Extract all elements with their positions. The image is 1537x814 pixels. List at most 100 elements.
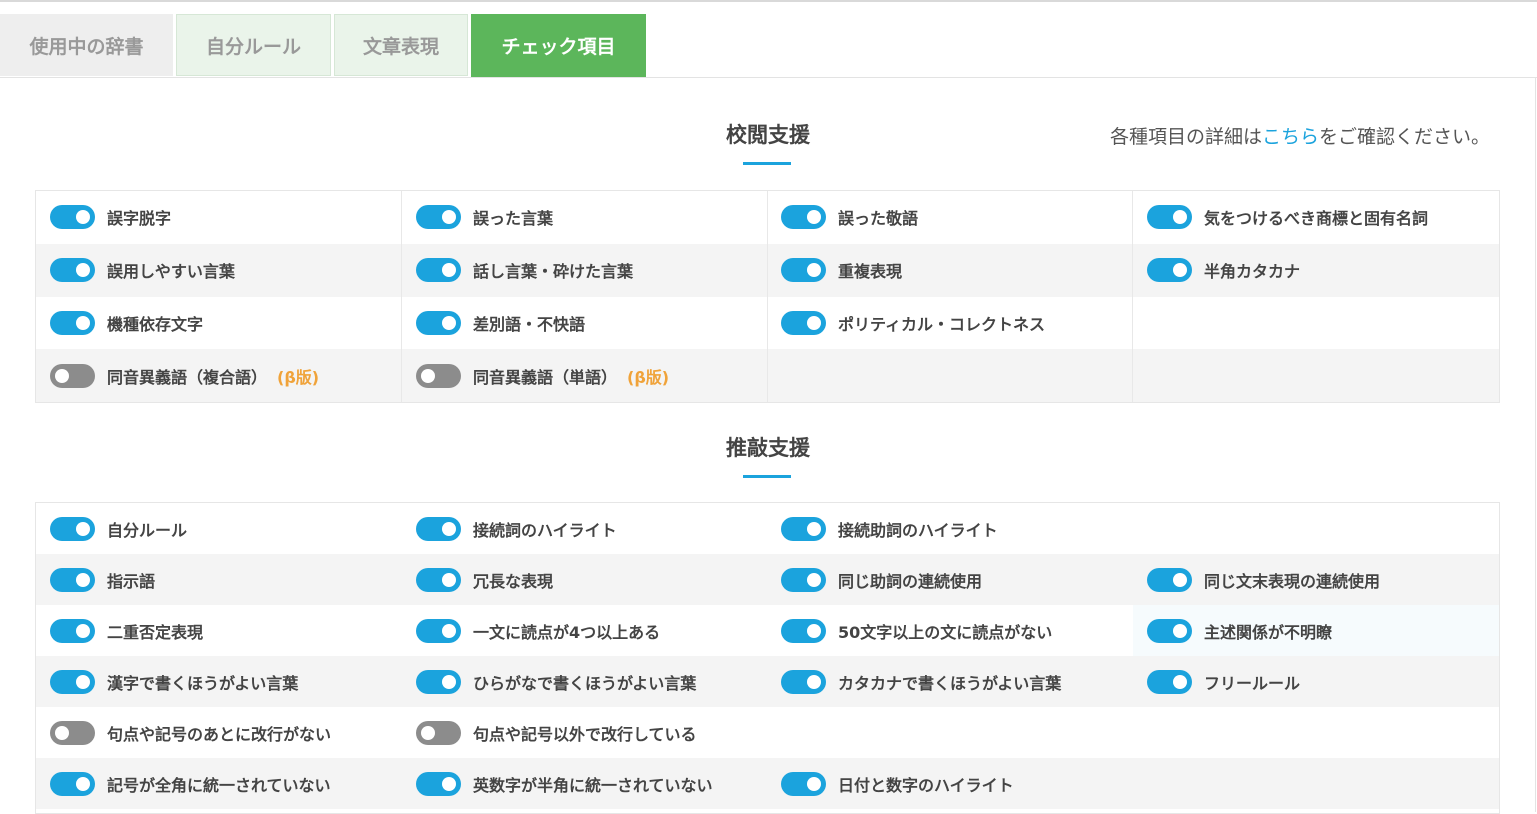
settings-row: 誤字脱字 誤った言葉 誤った敬語 気をつけるべき商標と固有名詞 xyxy=(36,191,1499,244)
toggle-switch-on[interactable] xyxy=(50,516,95,541)
toggle-switch-on[interactable] xyxy=(781,310,826,335)
setting-label-text: ひらがなで書くほうがよい言葉 xyxy=(473,673,697,693)
setting-label: 誤った敬語 xyxy=(838,205,918,229)
setting-cell: 句点や記号のあとに改行がない xyxy=(36,707,402,758)
settings-row: 誤用しやすい言葉 話し言葉・砕けた言葉 重複表現 半角カタカナ xyxy=(36,243,1499,297)
toggle-knob xyxy=(807,521,821,536)
toggle-knob xyxy=(442,263,456,278)
toggle-switch-on[interactable] xyxy=(781,567,826,592)
toggle-switch-off[interactable] xyxy=(416,363,461,388)
setting-label-text: 指示語 xyxy=(107,571,156,591)
proofreading-grid: 誤字脱字 誤った言葉 誤った敬語 気をつけるべき商標と固有名詞誤用しやすい言葉 話し言葉… xyxy=(35,190,1500,403)
toggle-knob xyxy=(1173,210,1187,225)
toggle-switch-on[interactable] xyxy=(1147,567,1192,592)
proofreading-title-underline xyxy=(743,162,791,165)
setting-cell xyxy=(767,349,1133,402)
setting-label-text: 誤用しやすい言葉 xyxy=(107,262,235,282)
setting-cell xyxy=(767,707,1133,758)
toggle-switch-on[interactable] xyxy=(1147,205,1192,230)
setting-cell: 自分ルール xyxy=(36,503,402,554)
setting-label: 指示語 xyxy=(107,568,155,592)
details-note: 各種項目の詳細はこちらをご確認ください。 xyxy=(1060,122,1490,149)
setting-label-text: 機種依存文字 xyxy=(107,314,204,334)
setting-cell: 差別語・不快語 xyxy=(402,296,768,350)
toggle-switch-on[interactable] xyxy=(781,258,826,283)
setting-cell: ポリティカル・コレクトネス xyxy=(767,296,1133,350)
settings-row: 機種依存文字 差別語・不快語 ポリティカル・コレクトネス xyxy=(36,296,1499,350)
panel-border xyxy=(0,77,1537,78)
setting-label: 日付と数字のハイライト xyxy=(838,772,1014,796)
setting-label: 句点や記号以外で改行している xyxy=(473,721,697,745)
toggle-knob xyxy=(76,623,90,638)
setting-label-text: 接続詞のハイライト xyxy=(473,520,617,540)
setting-label: 重複表現 xyxy=(838,258,902,282)
toggle-switch-on[interactable] xyxy=(50,669,95,694)
setting-cell: 誤字脱字 xyxy=(36,191,402,244)
tab-my-rules[interactable]: 自分ルール xyxy=(176,14,331,76)
toggle-switch-on[interactable] xyxy=(416,669,461,694)
setting-cell: 誤った敬語 xyxy=(767,191,1133,244)
setting-label: 同じ文末表現の連続使用 xyxy=(1204,568,1380,592)
setting-label-text: 誤った敬語 xyxy=(838,209,919,229)
setting-cell: 同音異義語（複合語） (β版) xyxy=(36,349,402,402)
details-link[interactable]: こちら xyxy=(1262,126,1319,148)
toggle-switch-on[interactable] xyxy=(1147,258,1192,283)
setting-label-text: 誤った言葉 xyxy=(473,209,554,229)
setting-label: 誤用しやすい言葉 xyxy=(107,258,235,282)
setting-label: 話し言葉・砕けた言葉 xyxy=(473,258,633,282)
tab-check-items[interactable]: チェック項目 xyxy=(471,14,646,77)
setting-label: ひらがなで書くほうがよい言葉 xyxy=(473,670,696,694)
setting-cell: 機種依存文字 xyxy=(36,296,402,350)
toggle-knob xyxy=(807,572,821,587)
toggle-switch-on[interactable] xyxy=(50,618,95,643)
toggle-switch-off[interactable] xyxy=(50,363,95,388)
details-note-after: をご確認ください。 xyxy=(1318,126,1490,148)
setting-label: 記号が全角に統一されていない xyxy=(107,772,331,796)
toggle-knob xyxy=(442,315,456,330)
toggle-switch-off[interactable] xyxy=(50,720,95,745)
setting-label-text: 自分ルール xyxy=(107,520,188,540)
toggle-switch-on[interactable] xyxy=(416,771,461,796)
setting-cell: 同じ文末表現の連続使用 xyxy=(1133,554,1499,605)
setting-label-text: 句点や記号のあとに改行がない xyxy=(107,724,332,744)
beta-badge: (β版) xyxy=(277,367,320,387)
setting-cell: 気をつけるべき商標と固有名詞 xyxy=(1133,191,1499,244)
toggle-switch-on[interactable] xyxy=(416,310,461,335)
setting-cell: 接続詞のハイライト xyxy=(402,503,768,554)
toggle-switch-on[interactable] xyxy=(416,205,461,230)
toggle-switch-on[interactable] xyxy=(416,516,461,541)
toggle-switch-on[interactable] xyxy=(781,205,826,230)
setting-cell: 二重否定表現 xyxy=(36,605,402,656)
toggle-switch-on[interactable] xyxy=(50,310,95,335)
toggle-knob xyxy=(1173,572,1187,587)
setting-cell: 話し言葉・砕けた言葉 xyxy=(402,243,768,297)
setting-label-text: フリールール xyxy=(1204,673,1301,693)
settings-row: 句点や記号のあとに改行がない 句点や記号以外で改行している xyxy=(36,707,1499,758)
setting-cell xyxy=(1133,297,1499,350)
setting-label: フリールール xyxy=(1204,670,1300,694)
toggle-switch-on[interactable] xyxy=(781,669,826,694)
setting-cell: 50文字以上の文に読点がない xyxy=(767,605,1133,656)
toggle-switch-on[interactable] xyxy=(781,516,826,541)
toggle-switch-on[interactable] xyxy=(50,771,95,796)
toggle-knob xyxy=(76,263,90,278)
toggle-switch-on[interactable] xyxy=(1147,669,1192,694)
toggle-switch-on[interactable] xyxy=(416,618,461,643)
toggle-switch-on[interactable] xyxy=(781,618,826,643)
toggle-knob xyxy=(1173,674,1187,689)
setting-label: 誤字脱字 xyxy=(107,205,171,229)
setting-label: 気をつけるべき商標と固有名詞 xyxy=(1204,205,1428,229)
tab-expressions[interactable]: 文章表現 xyxy=(334,14,468,76)
toggle-switch-off[interactable] xyxy=(416,720,461,745)
toggle-knob xyxy=(421,725,435,740)
toggle-switch-on[interactable] xyxy=(1147,618,1192,643)
toggle-switch-on[interactable] xyxy=(781,771,826,796)
toggle-switch-on[interactable] xyxy=(50,205,95,230)
tab-dictionary[interactable]: 使用中の辞書 xyxy=(0,14,173,76)
toggle-switch-on[interactable] xyxy=(50,567,95,592)
setting-label-text: 誤字脱字 xyxy=(107,209,172,229)
toggle-knob xyxy=(807,210,821,225)
toggle-switch-on[interactable] xyxy=(416,567,461,592)
toggle-switch-on[interactable] xyxy=(416,258,461,283)
toggle-switch-on[interactable] xyxy=(50,258,95,283)
